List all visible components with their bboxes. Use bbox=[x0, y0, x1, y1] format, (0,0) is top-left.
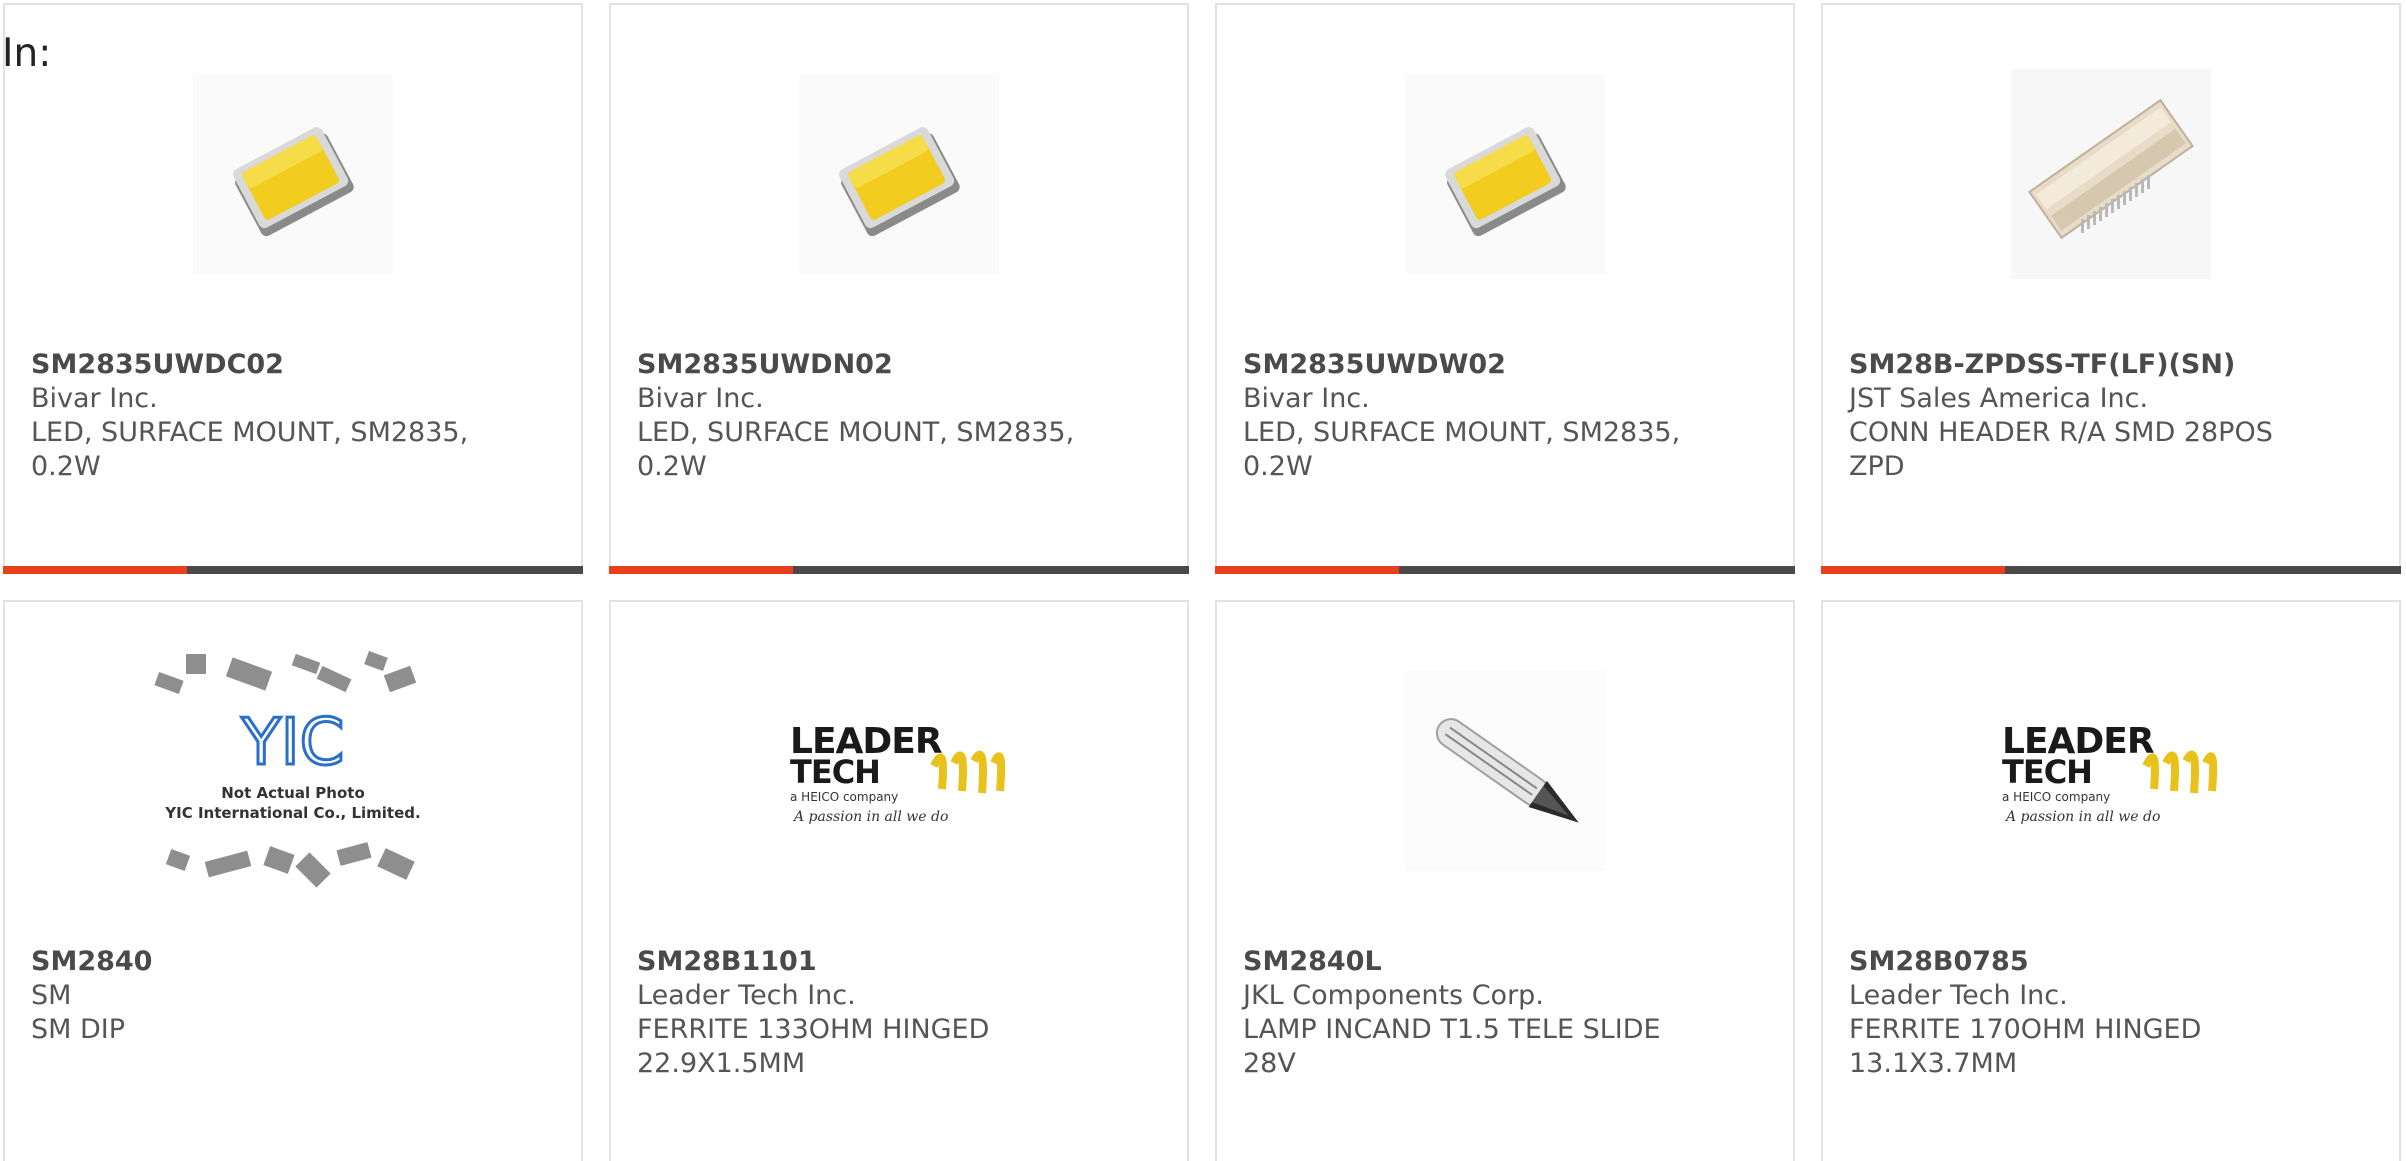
product-description: SM DIP bbox=[31, 1014, 126, 1045]
product-info: SM2835UWDW02 Bivar Inc. LED, SURFACE MOUNT… bbox=[1243, 348, 1767, 484]
card-footer-accent bbox=[1215, 566, 1399, 574]
product-info: SM2835UWDN02 Bivar Inc. LED, SURFACE MOUNT… bbox=[637, 348, 1161, 484]
product-info: SM2835UWDC02 Bivar Inc. LED, SURFACE MOUNT… bbox=[31, 348, 555, 484]
yic-placeholder-image[interactable]: YIC Not Actual Photo YIC International C… bbox=[5, 651, 581, 888]
part-number-link[interactable]: SM2835UWDN02 bbox=[637, 348, 1161, 382]
product-card[interactable]: LEADER TECH a HEICO company A passion in… bbox=[609, 600, 1189, 1161]
connector-header-icon[interactable] bbox=[1823, 69, 2399, 279]
product-card[interactable]: YIC Not Actual Photo YIC International C… bbox=[3, 600, 583, 1161]
card-footer-bar bbox=[3, 566, 583, 574]
card-footer-accent bbox=[1821, 566, 2005, 574]
leader-tech-logo[interactable]: LEADER TECH a HEICO company A passion in… bbox=[611, 666, 1187, 876]
svg-text:TECH: TECH bbox=[790, 753, 880, 791]
card-footer-bar bbox=[1821, 566, 2401, 574]
product-card[interactable]: LEADER TECH a HEICO company A passion in… bbox=[1821, 600, 2401, 1161]
product-grid: SM2835UWDC02 Bivar Inc. LED, SURFACE MOUNT… bbox=[3, 3, 2406, 1161]
product-description: CONN HEADER R/A SMD 28POS ZPD bbox=[1849, 417, 2273, 482]
product-info: SM28B-ZPDSS-TF(LF)(SN) JST Sales America … bbox=[1849, 348, 2373, 484]
manufacturer-name: JKL Components Corp. bbox=[1243, 980, 1544, 1011]
manufacturer-name: JST Sales America Inc. bbox=[1849, 383, 2149, 414]
part-number-link[interactable]: SM28B0785 bbox=[1849, 945, 2373, 979]
svg-text:A passion in all we do: A passion in all we do bbox=[792, 809, 948, 825]
product-card[interactable]: SM2835UWDW02 Bivar Inc. LED, SURFACE MOUNT… bbox=[1215, 3, 1795, 574]
product-description: FERRITE 133OHM HINGED 22.9X1.5MM bbox=[637, 1014, 990, 1079]
product-info: SM28B1101 Leader Tech Inc. FERRITE 133OHM … bbox=[637, 945, 1161, 1081]
card-footer-accent bbox=[3, 566, 187, 574]
manufacturer-name: Bivar Inc. bbox=[31, 383, 158, 414]
manufacturer-name: SM bbox=[31, 980, 72, 1011]
product-info: SM2840 SM SM DIP bbox=[31, 945, 555, 1047]
leader-tech-logo[interactable]: LEADER TECH a HEICO company A passion in… bbox=[1823, 666, 2399, 876]
svg-text:A passion in all we do: A passion in all we do bbox=[2004, 809, 2160, 825]
product-description: FERRITE 170OHM HINGED 13.1X3.7MM bbox=[1849, 1014, 2202, 1079]
svg-text:a HEICO company: a HEICO company bbox=[2002, 790, 2110, 804]
card-footer-accent bbox=[609, 566, 793, 574]
svg-text:YIC International Co., Limited: YIC International Co., Limited. bbox=[164, 804, 420, 822]
part-number-link[interactable]: SM2835UWDC02 bbox=[31, 348, 555, 382]
page: In: SM2835UWDC02 Bivar Inc. LED, SURFACE M… bbox=[0, 0, 2406, 1161]
svg-text:TECH: TECH bbox=[2002, 753, 2092, 791]
manufacturer-name: Leader Tech Inc. bbox=[637, 980, 856, 1011]
svg-text:YIC: YIC bbox=[241, 706, 345, 780]
led-smd-icon[interactable] bbox=[5, 69, 581, 279]
product-info: SM2840L JKL Components Corp. LAMP INCAND T… bbox=[1243, 945, 1767, 1081]
led-smd-icon[interactable] bbox=[611, 69, 1187, 279]
manufacturer-name: Bivar Inc. bbox=[1243, 383, 1370, 414]
part-number-link[interactable]: SM2840L bbox=[1243, 945, 1767, 979]
incandescent-lamp-icon[interactable] bbox=[1217, 666, 1793, 876]
product-card[interactable]: SM2840L JKL Components Corp. LAMP INCAND T… bbox=[1215, 600, 1795, 1161]
manufacturer-name: Leader Tech Inc. bbox=[1849, 980, 2068, 1011]
svg-text:a HEICO company: a HEICO company bbox=[790, 790, 898, 804]
part-number-link[interactable]: SM2835UWDW02 bbox=[1243, 348, 1767, 382]
manufacturer-name: Bivar Inc. bbox=[637, 383, 764, 414]
product-info: SM28B0785 Leader Tech Inc. FERRITE 170OHM … bbox=[1849, 945, 2373, 1081]
svg-text:Not Actual Photo: Not Actual Photo bbox=[221, 784, 365, 802]
card-footer-bar bbox=[1215, 566, 1795, 574]
part-number-link[interactable]: SM28B1101 bbox=[637, 945, 1161, 979]
part-number-link[interactable]: SM28B-ZPDSS-TF(LF)(SN) bbox=[1849, 348, 2373, 382]
part-number-link[interactable]: SM2840 bbox=[31, 945, 555, 979]
product-description: LED, SURFACE MOUNT, SM2835, 0.2W bbox=[31, 417, 469, 482]
product-card[interactable]: SM28B-ZPDSS-TF(LF)(SN) JST Sales America … bbox=[1821, 3, 2401, 574]
product-card[interactable]: SM2835UWDN02 Bivar Inc. LED, SURFACE MOUNT… bbox=[609, 3, 1189, 574]
led-smd-icon[interactable] bbox=[1217, 69, 1793, 279]
product-description: LED, SURFACE MOUNT, SM2835, 0.2W bbox=[637, 417, 1075, 482]
product-description: LED, SURFACE MOUNT, SM2835, 0.2W bbox=[1243, 417, 1681, 482]
product-card[interactable]: SM2835UWDC02 Bivar Inc. LED, SURFACE MOUNT… bbox=[3, 3, 583, 574]
in-label: In: bbox=[2, 31, 52, 76]
card-footer-bar bbox=[609, 566, 1189, 574]
product-description: LAMP INCAND T1.5 TELE SLIDE 28V bbox=[1243, 1014, 1661, 1079]
